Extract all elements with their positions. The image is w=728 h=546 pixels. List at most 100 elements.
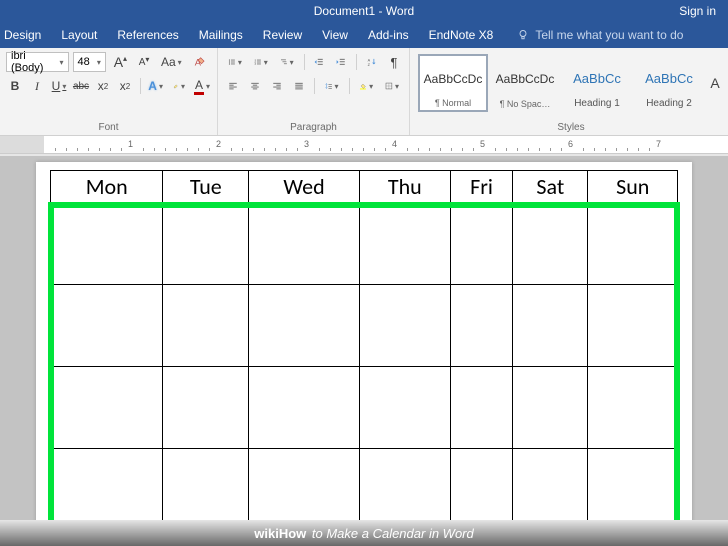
day-header-wed[interactable]: Wed — [249, 171, 360, 203]
tab-view[interactable]: View — [322, 28, 348, 42]
tab-review[interactable]: Review — [263, 28, 302, 42]
calendar-cell[interactable] — [359, 285, 450, 367]
numbering-button[interactable]: 123▾ — [250, 52, 272, 72]
document-area[interactable]: MonTueWedThuFriSatSun — [0, 156, 728, 520]
ruler-ticks: 1234567 — [44, 136, 728, 153]
style-no-spac-[interactable]: AaBbCcDc¶ No Spac… — [490, 54, 560, 112]
tab-references[interactable]: References — [117, 28, 178, 42]
change-case-button[interactable]: Aa▾ — [157, 52, 185, 72]
text-effects-button[interactable]: A▾ — [147, 76, 165, 96]
highlighter-icon — [173, 79, 179, 93]
line-spacing-button[interactable]: ▾ — [321, 76, 343, 96]
calendar-cell[interactable] — [450, 367, 512, 449]
multilevel-list-button[interactable]: ▾ — [276, 52, 298, 72]
calendar-cell[interactable] — [249, 367, 360, 449]
multilevel-icon — [280, 55, 288, 69]
calendar-cell[interactable] — [513, 449, 588, 521]
grow-font-button[interactable]: A▴ — [110, 52, 131, 72]
calendar-cell[interactable] — [51, 285, 163, 367]
day-header-thu[interactable]: Thu — [359, 171, 450, 203]
calendar-row — [51, 203, 678, 285]
calendar-cell[interactable] — [513, 203, 588, 285]
day-header-tue[interactable]: Tue — [163, 171, 249, 203]
day-header-mon[interactable]: Mon — [51, 171, 163, 203]
highlight-button[interactable]: ▾ — [169, 76, 189, 96]
caption-text: to Make a Calendar in Word — [308, 526, 473, 541]
style-heading-1[interactable]: AaBbCcHeading 1 — [562, 54, 632, 112]
shading-button[interactable]: ▾ — [355, 76, 377, 96]
italic-button[interactable]: I — [28, 76, 46, 96]
calendar-cell[interactable] — [51, 203, 163, 285]
align-center-icon — [250, 79, 260, 93]
bold-button[interactable]: B — [6, 76, 24, 96]
calendar-cell[interactable] — [163, 449, 249, 521]
align-right-button[interactable] — [268, 76, 286, 96]
calendar-cell[interactable] — [588, 203, 678, 285]
group-paragraph: ▾ 123▾ ▾ AZ ¶ ▾ ▾ ▾ Para — [218, 48, 410, 135]
calendar-cell[interactable] — [588, 285, 678, 367]
justify-button[interactable] — [290, 76, 308, 96]
calendar-header-row: MonTueWedThuFriSatSun — [51, 171, 678, 203]
tell-me-search[interactable]: Tell me what you want to do — [517, 28, 683, 42]
calendar-cell[interactable] — [450, 285, 512, 367]
calendar-cell[interactable] — [513, 367, 588, 449]
font-color-button[interactable]: A▾ — [193, 76, 211, 96]
shrink-font-button[interactable]: A▾ — [135, 52, 153, 72]
calendar-cell[interactable] — [359, 203, 450, 285]
caption-bar: wikiHow to Make a Calendar in Word — [0, 520, 728, 546]
decrease-indent-button[interactable] — [310, 52, 328, 72]
align-left-button[interactable] — [224, 76, 242, 96]
horizontal-ruler[interactable]: 1234567 — [0, 136, 728, 154]
calendar-cell[interactable] — [359, 449, 450, 521]
calendar-cell[interactable] — [51, 449, 163, 521]
day-header-sat[interactable]: Sat — [513, 171, 588, 203]
svg-text:3: 3 — [254, 63, 256, 66]
clear-formatting-button[interactable]: A — [189, 52, 211, 72]
calendar-cell[interactable] — [450, 449, 512, 521]
day-header-fri[interactable]: Fri — [450, 171, 512, 203]
calendar-cell[interactable] — [450, 203, 512, 285]
calendar-cell[interactable] — [249, 449, 360, 521]
style-normal[interactable]: AaBbCcDc¶ Normal — [418, 54, 488, 112]
tab-mailings[interactable]: Mailings — [199, 28, 243, 42]
calendar-cell[interactable] — [249, 285, 360, 367]
style-heading-2[interactable]: AaBbCcHeading 2 — [634, 54, 704, 112]
calendar-table[interactable]: MonTueWedThuFriSatSun — [50, 170, 678, 520]
tab-endnote[interactable]: EndNote X8 — [429, 28, 494, 42]
calendar-cell[interactable] — [588, 367, 678, 449]
sort-button[interactable]: AZ — [363, 52, 381, 72]
styles-gallery[interactable]: AaBbCcDc¶ NormalAaBbCcDc¶ No Spac…AaBbCc… — [416, 52, 726, 114]
calendar-cell[interactable] — [513, 285, 588, 367]
superscript-button[interactable]: x2 — [116, 76, 134, 96]
calendar-cell[interactable] — [163, 285, 249, 367]
outdent-icon — [314, 55, 324, 69]
font-name-combo[interactable]: ibri (Body)▾ — [6, 52, 69, 72]
underline-button[interactable]: U▾ — [50, 76, 68, 96]
borders-button[interactable]: ▾ — [381, 76, 403, 96]
font-size-combo[interactable]: 48▾ — [73, 52, 106, 72]
calendar-cell[interactable] — [359, 367, 450, 449]
calendar-cell[interactable] — [588, 449, 678, 521]
styles-more-button[interactable]: A — [706, 54, 724, 112]
calendar-cell[interactable] — [249, 203, 360, 285]
lightbulb-icon — [517, 29, 529, 41]
bullets-icon — [228, 55, 236, 69]
align-center-button[interactable] — [246, 76, 264, 96]
tab-design[interactable]: Design — [4, 28, 41, 42]
page[interactable]: MonTueWedThuFriSatSun — [36, 162, 692, 520]
calendar-cell[interactable] — [51, 367, 163, 449]
title-bar: Document1 - Word Sign in — [0, 0, 728, 22]
calendar-cell[interactable] — [163, 203, 249, 285]
tab-layout[interactable]: Layout — [61, 28, 97, 42]
increase-indent-button[interactable] — [332, 52, 350, 72]
ruler-mark: 5 — [480, 139, 485, 149]
sign-in-link[interactable]: Sign in — [679, 4, 716, 18]
show-paragraph-button[interactable]: ¶ — [385, 52, 403, 72]
styles-group-label: Styles — [416, 122, 726, 133]
day-header-sun[interactable]: Sun — [588, 171, 678, 203]
calendar-cell[interactable] — [163, 367, 249, 449]
strikethrough-button[interactable]: abc — [72, 76, 90, 96]
tab-addins[interactable]: Add-ins — [368, 28, 409, 42]
bullets-button[interactable]: ▾ — [224, 52, 246, 72]
subscript-button[interactable]: x2 — [94, 76, 112, 96]
